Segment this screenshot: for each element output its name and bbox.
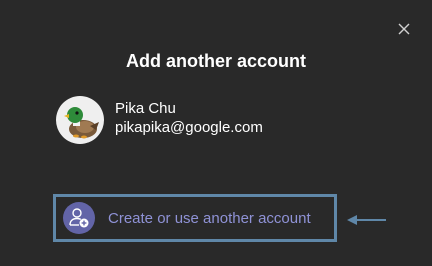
account-email: pikapika@google.com [115, 119, 263, 136]
duck-avatar-icon [64, 107, 99, 139]
dialog-title: Add another account [125, 51, 306, 71]
create-account-label: Create or use another account [108, 210, 311, 227]
close-icon [398, 23, 410, 35]
add-account-dialog: Add another account Pika Chu pikapika@go… [0, 0, 432, 266]
create-account-button[interactable]: Create or use another account [53, 194, 337, 242]
avatar [56, 96, 104, 144]
arrow-left-icon [346, 212, 388, 228]
add-person-icon [63, 202, 95, 234]
close-button[interactable] [396, 21, 412, 37]
account-name: Pika Chu [115, 100, 176, 117]
account-item[interactable]: Pika Chu pikapika@google.com [56, 96, 316, 146]
